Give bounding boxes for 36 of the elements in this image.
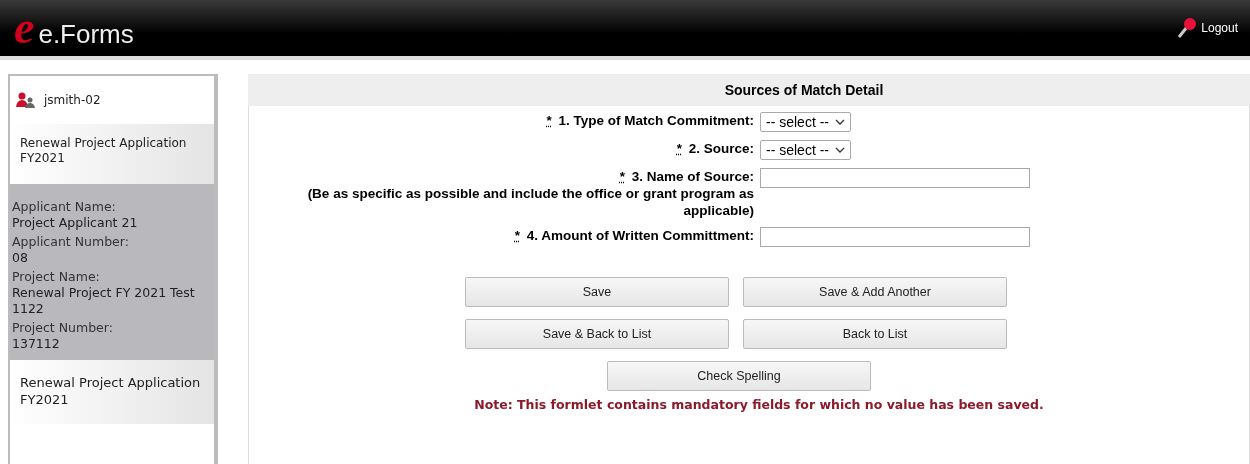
info-value: 08 [12,250,29,266]
dropdown[interactable]: -- select -- [760,112,851,132]
dropdown[interactable]: -- select -- [760,140,851,160]
spell-check-button[interactable]: Check Spelling [607,361,871,391]
info-label: Applicant Name: [12,199,117,215]
required-marker: * [676,141,682,156]
username: jsmith-02 [44,93,101,107]
form-title: Sources of Match Detail [248,74,1250,106]
action-button[interactable]: Save [465,277,729,307]
field-label: 3. Name of Source: [631,169,754,184]
required-marker: * [619,169,625,184]
required-marker: * [514,228,520,243]
logout-link[interactable]: Logout [1175,17,1238,39]
info-label: Project Name: [12,269,101,285]
input-field[interactable] [760,227,1030,247]
field-label: 2. Source: [688,141,754,156]
required-marker: * [546,113,552,128]
action-button[interactable]: Save & Back to List [465,319,729,349]
logo-letter: e [14,5,35,51]
chevron-icon [835,147,845,153]
chevron-icon [835,119,845,125]
field-hint: (Be as specific as possible and include the office or grant program as applicable) [306,185,754,219]
info-value: 137112 [12,336,61,352]
field-label: 1. Type of Match Commitment: [558,113,754,128]
warning-note: Note: This formlet contains mandatory fields for which no value has been saved. [473,397,1045,412]
action-button[interactable]: Save & Add Another [743,277,1007,307]
info-value: Project Applicant 21 [12,215,139,231]
app-title: e.Forms [38,19,134,50]
key-icon [1175,17,1198,39]
info-label: Applicant Number: [12,234,130,250]
user-icon [16,92,36,108]
field-label: 4. Amount of Written Committment: [526,228,754,243]
action-button[interactable]: Back to List [743,319,1007,349]
input-field[interactable] [760,168,1030,188]
info-value: Renewal Project FY 2021 Test 1122 [12,285,196,317]
info-label: Project Number: [12,320,114,336]
